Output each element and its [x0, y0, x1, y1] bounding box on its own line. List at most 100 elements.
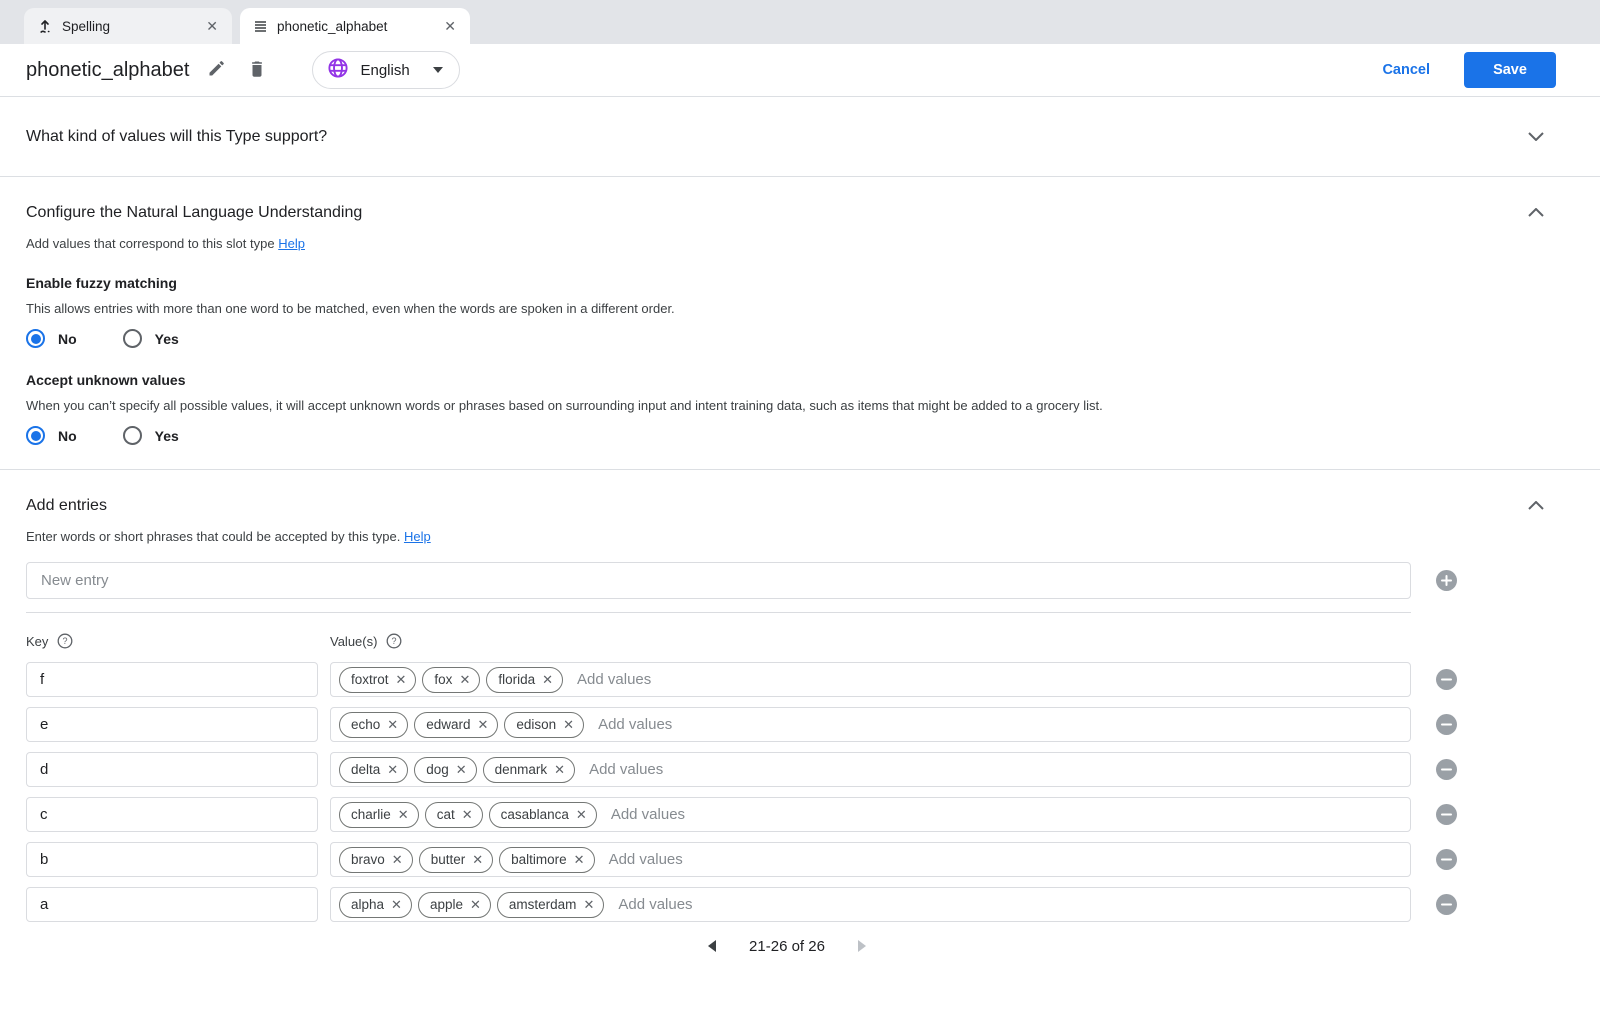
value-chip-label: denmark — [495, 762, 548, 777]
remove-row-button[interactable] — [1436, 894, 1457, 915]
tab-spelling[interactable]: Spelling ✕ — [24, 8, 232, 44]
help-link[interactable]: Help — [278, 236, 305, 251]
delete-type-button[interactable] — [244, 55, 270, 85]
section-nlu-config: Configure the Natural Language Understan… — [0, 177, 1600, 469]
radio-option-no[interactable]: No — [26, 329, 77, 348]
entity-list-icon — [254, 20, 267, 33]
radio-option-yes[interactable]: Yes — [123, 426, 179, 445]
close-icon[interactable]: ✕ — [204, 17, 220, 35]
remove-row-button[interactable] — [1436, 669, 1457, 690]
values-box[interactable]: echo✕ edward ✕ edison ✕ Add values — [330, 707, 1411, 742]
entries-table: foxtrot✕fox✕florida✕Add valuesecho✕edwar… — [26, 662, 1548, 922]
entry-row: bravo✕butter✕baltimore✕Add values — [26, 842, 1548, 877]
remove-row-button[interactable] — [1436, 804, 1457, 825]
key-input[interactable] — [26, 662, 318, 697]
remove-row-button[interactable] — [1436, 714, 1457, 735]
chip-remove-icon[interactable]: ✕ — [459, 673, 470, 686]
chip-remove-icon[interactable]: ✕ — [472, 853, 483, 866]
collapse-section-button[interactable] — [1524, 201, 1548, 224]
add-entry-button[interactable] — [1436, 570, 1457, 591]
chip-remove-icon[interactable]: ✕ — [470, 898, 481, 911]
key-input[interactable] — [26, 797, 318, 832]
values-box[interactable]: bravo✕butter✕baltimore✕Add values — [330, 842, 1411, 877]
new-entry-row — [26, 562, 1548, 599]
chip-remove-icon[interactable]: ✕ — [563, 718, 574, 731]
value-chip: delta✕ — [339, 757, 408, 783]
value-chip-label: edison — [516, 717, 556, 732]
value-chip-label: fox — [434, 672, 452, 687]
add-values-placeholder[interactable]: Add values — [589, 761, 663, 778]
radio-option-no[interactable]: No — [26, 426, 77, 445]
expand-section-button[interactable] — [1524, 125, 1548, 148]
language-selector[interactable]: English — [312, 51, 459, 89]
chip-remove-icon[interactable]: ✕ — [574, 853, 585, 866]
save-button[interactable]: Save — [1464, 52, 1556, 88]
chip-remove-icon[interactable]: ✕ — [477, 718, 488, 731]
radio-option-yes[interactable]: Yes — [123, 329, 179, 348]
chip-remove-icon[interactable]: ✕ — [396, 673, 407, 686]
chip-remove-icon[interactable]: ✕ — [392, 853, 403, 866]
caret-down-icon — [433, 67, 443, 73]
next-page-button[interactable] — [853, 936, 870, 956]
entry-row: foxtrot✕fox✕florida✕Add values — [26, 662, 1548, 697]
chip-remove-icon[interactable]: ✕ — [542, 673, 553, 686]
tab-phonetic-alphabet[interactable]: phonetic_alphabet ✕ — [240, 8, 470, 44]
unknown-values-title: Accept unknown values — [26, 372, 1548, 388]
key-input[interactable] — [26, 887, 318, 922]
tab-bar: Spelling ✕ phonetic_alphabet ✕ — [0, 0, 1600, 44]
chip-remove-icon[interactable]: ✕ — [462, 808, 473, 821]
section-add-entries: Add entries Enter words or short phrases… — [0, 470, 1600, 976]
key-input[interactable] — [26, 842, 318, 877]
value-chip-label: dog — [426, 762, 449, 777]
minus-icon — [1441, 674, 1452, 685]
radio-label: No — [58, 331, 77, 347]
value-chip-label: casablanca — [501, 807, 569, 822]
entry-row: alpha✕apple✕amsterdam✕Add values — [26, 887, 1548, 922]
chip-remove-icon[interactable]: ✕ — [387, 718, 398, 731]
chip-remove-icon[interactable]: ✕ — [554, 763, 565, 776]
cancel-button[interactable]: Cancel — [1382, 62, 1430, 78]
values-box[interactable]: alpha✕apple✕amsterdam✕Add values — [330, 887, 1411, 922]
values-box[interactable]: charlie✕cat✕casablanca✕Add values — [330, 797, 1411, 832]
chip-remove-icon[interactable]: ✕ — [576, 808, 587, 821]
help-link[interactable]: Help — [404, 529, 431, 544]
fuzzy-matching-radio-group: No Yes — [26, 329, 1548, 348]
value-chip: dog ✕ — [414, 757, 476, 783]
entry-row: delta✕ dog ✕ denmark ✕ Add values — [26, 752, 1548, 787]
page-range-label: 21-26 of 26 — [749, 938, 825, 955]
add-values-placeholder[interactable]: Add values — [618, 896, 692, 913]
chip-remove-icon[interactable]: ✕ — [456, 763, 467, 776]
close-icon[interactable]: ✕ — [442, 17, 458, 35]
value-chip-label: butter — [431, 852, 466, 867]
remove-row-button[interactable] — [1436, 849, 1457, 870]
edit-title-button[interactable] — [203, 55, 230, 85]
value-chip-label: edward — [426, 717, 470, 732]
subtitle-text: Enter words or short phrases that could … — [26, 529, 400, 544]
help-icon[interactable]: ? — [386, 633, 402, 649]
values-box[interactable]: delta✕ dog ✕ denmark ✕ Add values — [330, 752, 1411, 787]
new-entry-input[interactable] — [26, 562, 1411, 599]
values-box[interactable]: foxtrot✕fox✕florida✕Add values — [330, 662, 1411, 697]
minus-icon — [1441, 809, 1452, 820]
entries-table-headers: Key ? Value(s) ? — [26, 633, 1548, 649]
remove-row-button[interactable] — [1436, 759, 1457, 780]
key-input[interactable] — [26, 707, 318, 742]
chip-remove-icon[interactable]: ✕ — [387, 763, 398, 776]
collapse-section-button[interactable] — [1524, 494, 1548, 517]
add-values-placeholder[interactable]: Add values — [577, 671, 651, 688]
radio-icon — [26, 329, 45, 348]
add-values-placeholder[interactable]: Add values — [609, 851, 683, 868]
add-values-placeholder[interactable]: Add values — [598, 716, 672, 733]
chip-remove-icon[interactable]: ✕ — [391, 898, 402, 911]
add-values-placeholder[interactable]: Add values — [611, 806, 685, 823]
minus-icon — [1441, 854, 1452, 865]
value-chip: apple✕ — [418, 892, 491, 918]
value-chip: echo✕ — [339, 712, 408, 738]
help-icon[interactable]: ? — [57, 633, 73, 649]
chip-remove-icon[interactable]: ✕ — [398, 808, 409, 821]
minus-icon — [1441, 764, 1452, 775]
chip-remove-icon[interactable]: ✕ — [583, 898, 594, 911]
previous-page-button[interactable] — [704, 936, 721, 956]
key-input[interactable] — [26, 752, 318, 787]
intent-icon — [38, 19, 52, 34]
